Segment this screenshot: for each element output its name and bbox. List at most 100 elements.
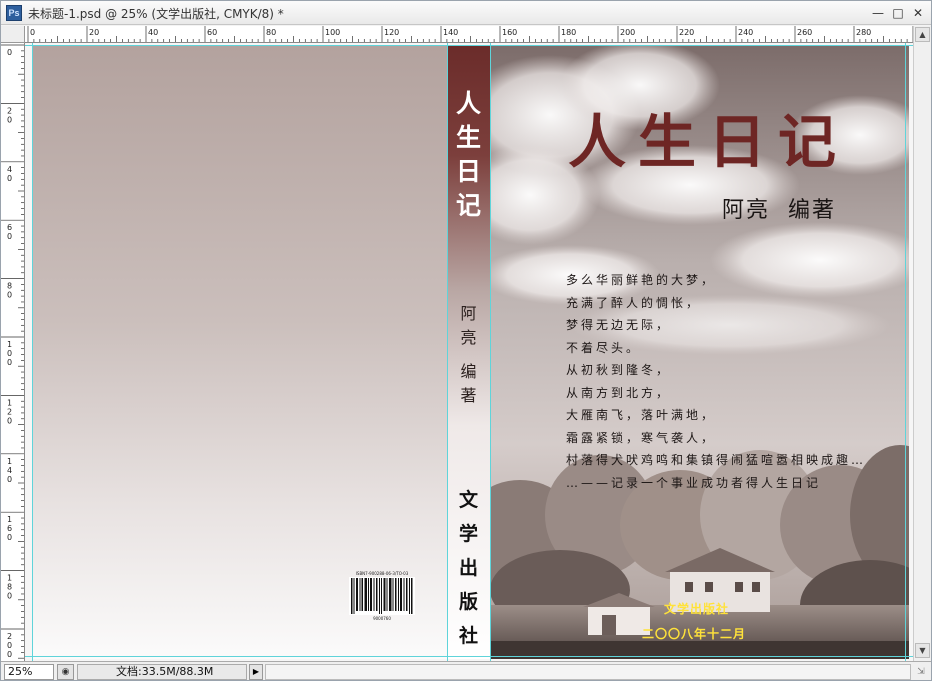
ruler-label: 1: [7, 457, 12, 466]
poem-line: 梦得无边无际，: [566, 318, 672, 332]
ruler-label: 120: [384, 28, 399, 37]
spine-publisher-char: 出: [458, 557, 478, 579]
ruler-label: 0: [7, 358, 12, 367]
title-bar[interactable]: Ps 未标题-1.psd @ 25% (文学出版社, CMYK/8) * — □…: [1, 1, 931, 25]
poem-line: 充满了醉人的惆怅，: [566, 295, 702, 310]
zoom-level-field[interactable]: 25%: [4, 664, 54, 680]
poem-line: …——记录一个事业成功者得人生日记: [566, 475, 822, 490]
minimize-icon[interactable]: —: [869, 5, 887, 21]
ruler-label: 6: [7, 524, 12, 533]
status-menu-arrow-icon[interactable]: ▶: [249, 664, 263, 680]
ruler-label: 6: [7, 223, 12, 232]
cover-publisher: 文学出版社: [664, 602, 730, 616]
spine-publisher-char: 学: [458, 523, 478, 545]
ruler-label: 1: [7, 398, 12, 407]
ruler-label: 1: [7, 340, 12, 349]
ruler-label: 0: [7, 592, 12, 601]
ruler-label: 220: [679, 28, 694, 37]
poem-line: 多么华丽鲜艳的大梦，: [566, 273, 717, 287]
spine-title-char: 人: [455, 89, 481, 118]
ruler-label: 160: [502, 28, 517, 37]
ruler-label: 0: [7, 48, 12, 57]
poem-line: 从初秋到隆冬，: [566, 363, 672, 377]
spine-publisher-char: 版: [458, 591, 478, 613]
poem-line: 霜露紧锁，寒气袭人，: [566, 430, 717, 445]
horizontal-ruler[interactable]: 0 20 40 60 80 100 120 140 160 180 200 220 240 260 280: [25, 26, 913, 43]
spine-publisher-char: 社: [458, 625, 478, 647]
guide-line-top[interactable]: [25, 45, 913, 46]
guide-line-bottom[interactable]: [25, 656, 913, 657]
ruler-label: 280: [856, 28, 871, 37]
scroll-up-icon[interactable]: ▲: [915, 27, 930, 42]
ruler-label: 0: [7, 533, 12, 542]
poem-line: 从南方到北方，: [566, 385, 672, 400]
ruler-label: 200: [620, 28, 635, 37]
guide-line-right[interactable]: [905, 43, 906, 661]
ruler-label: 4: [7, 466, 12, 475]
ruler-label: 0: [7, 416, 12, 425]
ruler-label: 0: [7, 650, 12, 659]
ruler-label: 180: [561, 28, 576, 37]
vertical-scrollbar[interactable]: ▲ ▼: [913, 26, 931, 661]
ruler-label: 140: [443, 28, 458, 37]
horizontal-scrollbar[interactable]: [265, 664, 911, 680]
ruler-label: 40: [148, 28, 158, 37]
ruler-label: 0: [7, 174, 12, 183]
back-cover-panel: ISBN7-900288-06-3/TO·03 9000760: [32, 45, 447, 659]
poem-line: 不着尽头。: [566, 340, 642, 355]
vertical-ruler-ticks: 020406080100120140160180200: [1, 44, 24, 659]
status-bar: 25% ◉ 文档:33.5M/88.3M ▶ ⇲: [1, 661, 931, 680]
barcode-bars: [349, 577, 415, 615]
photoshop-document-window: Ps 未标题-1.psd @ 25% (文学出版社, CMYK/8) * — □…: [0, 0, 932, 681]
barcode-number: 9000760: [373, 616, 391, 621]
resize-grip-icon[interactable]: ⇲: [913, 664, 929, 680]
ruler-label: 20: [89, 28, 99, 37]
ruler-label: 0: [7, 115, 12, 124]
guide-line-spine-right[interactable]: [490, 43, 491, 661]
ruler-label: 8: [7, 282, 12, 291]
ruler-label: 1: [7, 515, 12, 524]
ruler-label: 0: [7, 475, 12, 484]
cover-poem: 多么华丽鲜艳的大梦， 充满了醉人的惆怅， 梦得无边无际， 不着尽头。 从初秋到隆…: [566, 269, 866, 494]
front-cover-panel: 人生日记 阿亮 编著 多么华丽鲜艳的大梦， 充满了醉人的惆怅， 梦得无边无际， …: [490, 45, 909, 659]
isbn-text: ISBN7-900288-06-3/TO·03: [355, 571, 409, 576]
document-size-info[interactable]: 文档:33.5M/88.3M: [77, 664, 247, 680]
spine-panel: 人 生 日 记 阿 亮 编 著 文 学 出 版 社: [447, 45, 490, 659]
photoshop-app-icon: Ps: [6, 5, 22, 21]
ruler-label: 0: [7, 349, 12, 358]
status-info-icon[interactable]: ◉: [57, 664, 74, 680]
guide-line-left[interactable]: [32, 43, 33, 661]
ruler-origin-corner[interactable]: [1, 26, 25, 43]
spine-publisher-char: 文: [458, 489, 478, 511]
spine-author-char: 亮: [460, 328, 477, 347]
restore-icon[interactable]: □: [889, 5, 907, 21]
ruler-label: 2: [7, 407, 12, 416]
ruler-label: 1: [7, 574, 12, 583]
spine-author-char: 编: [460, 362, 477, 381]
spine-title-char: 记: [455, 191, 481, 220]
close-icon[interactable]: ✕: [909, 5, 927, 21]
ruler-label: 0: [7, 232, 12, 241]
vertical-ruler[interactable]: 020406080100120140160180200: [1, 43, 25, 661]
spine-title-char: 日: [455, 157, 481, 186]
spine-author-char: 著: [460, 386, 477, 405]
spine-title-char: 生: [455, 123, 481, 152]
ruler-label: 260: [797, 28, 812, 37]
guide-line-spine-left[interactable]: [447, 43, 448, 661]
isbn-barcode: ISBN7-900288-06-3/TO·03 9000760: [348, 571, 416, 625]
ruler-label: 4: [7, 165, 12, 174]
spine-author-char: 阿: [460, 304, 477, 323]
horizontal-ruler-ticks: 0 20 40 60 80 100 120 140 160 180 200 220 240 260 280: [27, 26, 913, 42]
cover-title: 人生日记: [568, 108, 849, 176]
ruler-label: 0: [7, 291, 12, 300]
ruler-label: 0: [30, 28, 35, 37]
poem-line: 大雁南飞，落叶满地，: [566, 408, 717, 422]
ruler-label: 8: [7, 583, 12, 592]
scroll-down-icon[interactable]: ▼: [915, 643, 930, 658]
document-canvas[interactable]: ISBN7-900288-06-3/TO·03 9000760 人 生 日 记 …: [25, 43, 913, 661]
ruler-label: 80: [266, 28, 276, 37]
poem-line: 村落得犬吠鸡鸣和集镇得闹猛喧嚣相映成趣…: [566, 453, 867, 467]
ruler-label: 2: [7, 106, 12, 115]
ruler-label: 2: [7, 632, 12, 641]
ruler-label: 60: [207, 28, 217, 37]
